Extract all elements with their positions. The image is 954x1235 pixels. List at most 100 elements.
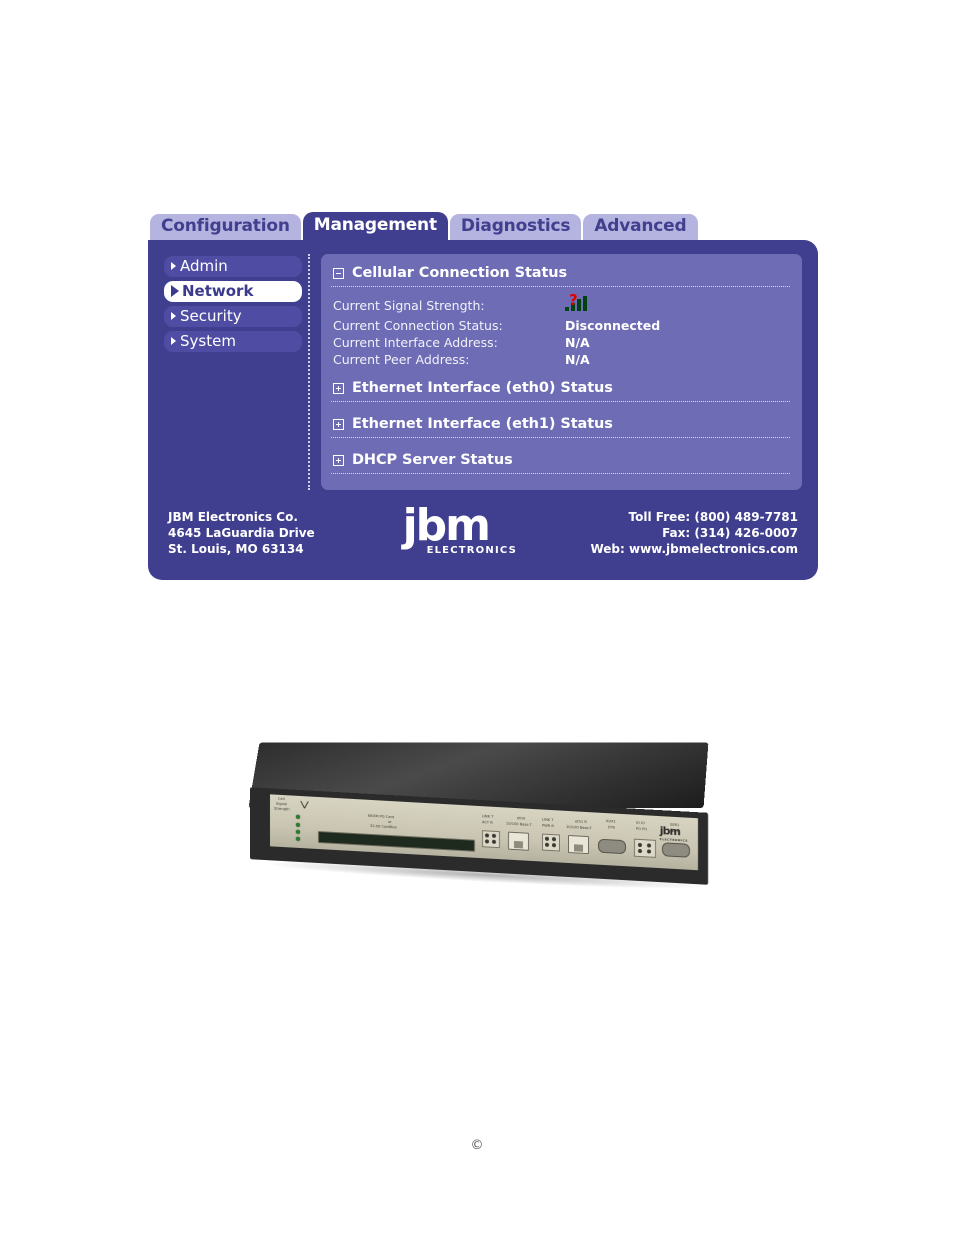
faceplate-slot-line2: or (388, 819, 392, 825)
eth0-rj45-port (508, 831, 529, 851)
led-signal-3 (296, 829, 300, 834)
status-content-card: Cellular Connection Status Current Signa… (321, 254, 802, 490)
status-row-interface-address: Current Interface Address: N/A (333, 334, 790, 351)
tab-advanced[interactable]: Advanced (583, 214, 698, 240)
sidebar-item-label: Security (180, 307, 242, 325)
faceplate-eth0-name: eth0 (517, 816, 526, 821)
sidebar-item-label: Admin (180, 257, 228, 275)
footer-toll-free: Toll Free: (800) 489-7781 (628, 510, 798, 524)
section-rule (331, 473, 790, 474)
faceplate-eth1-name: eth1 R (575, 819, 587, 825)
device-brand-sub: ELECTRONICS (659, 837, 688, 843)
aux1-db9-port (598, 838, 626, 855)
section-title: Ethernet Interface (eth0) Status (352, 380, 613, 396)
led-signal-4 (296, 836, 300, 841)
section-title: Cellular Connection Status (352, 265, 568, 281)
eth1-led-block (542, 833, 560, 852)
faceplate-aux-label: AUX1 (606, 819, 616, 824)
faceplate-io-sub: PO PO (636, 826, 648, 832)
section-header-cellular-connection-status[interactable]: Cellular Connection Status (331, 263, 790, 286)
faceplate-label-cell: Cell (278, 796, 285, 802)
tab-configuration[interactable]: Configuration (150, 214, 301, 240)
eth1-rj45-port (568, 834, 589, 855)
panel-body: Admin Network Security System Cellular C… (148, 240, 818, 580)
tab-bar: Configuration Management Diagnostics Adv… (148, 212, 818, 240)
panel-columns: Admin Network Security System Cellular C… (164, 254, 802, 490)
status-label: Current Peer Address: (333, 352, 470, 367)
eth0-led-block (482, 830, 500, 849)
led-signal-1 (296, 814, 300, 819)
panel-footer: JBM Electronics Co. 4645 LaGuardia Drive… (164, 490, 802, 562)
status-row-connection-status: Current Connection Status: Disconnected (333, 317, 790, 334)
faceplate-eth0-speed: 10/100 Base-T (506, 821, 532, 827)
faceplate-label-signal: Signal (276, 801, 288, 807)
footer-contact-block: Toll Free: (800) 489-7781 Fax: (314) 426… (590, 509, 798, 557)
ser1-db9-port (662, 842, 690, 858)
section-rule (331, 401, 790, 402)
sidebar-nav: Admin Network Security System (164, 254, 302, 490)
caret-right-icon (171, 285, 179, 297)
device-brand-word: jbm (659, 824, 680, 839)
status-value: N/A (565, 352, 590, 367)
faceplate-slot-line1: NEXM PQ Card (368, 813, 395, 820)
tab-diagnostics[interactable]: Diagnostics (449, 214, 582, 240)
cellular-status-table: Current Signal Strength: ? Current Conne… (333, 293, 790, 368)
minus-box-icon[interactable] (333, 267, 344, 279)
column-divider (308, 254, 311, 490)
status-label: Current Connection Status: (333, 318, 503, 333)
faceplate-eth1-link: LINK T (542, 817, 554, 823)
faceplate-eth0-act: ACT R (482, 820, 493, 825)
faceplate-io-label: IO IO (636, 820, 645, 826)
plus-box-icon[interactable] (333, 454, 344, 466)
sidebar-item-system[interactable]: System (164, 331, 302, 352)
pcmcia-card-slot (318, 830, 475, 852)
faceplate-label-strength: Strength (274, 806, 290, 812)
section-rule (331, 286, 790, 287)
io-terminal-block (634, 838, 656, 858)
antenna-icon (298, 800, 310, 813)
section-title: DHCP Server Status (352, 452, 513, 468)
section-header-ethernet-eth1-status[interactable]: Ethernet Interface (eth1) Status (331, 408, 790, 437)
status-label: Current Signal Strength: (333, 297, 485, 313)
status-label: Current Interface Address: (333, 335, 498, 350)
device-product-photo: Cell Signal Strength NEXM PQ Card or 32-… (242, 742, 728, 902)
status-value: Disconnected (565, 318, 661, 333)
page-copyright-symbol: © (470, 1138, 484, 1153)
signal-bars-unknown-icon: ? (565, 293, 589, 311)
status-row-signal-strength: Current Signal Strength: ? (333, 293, 790, 317)
status-value: N/A (565, 335, 590, 350)
plus-box-icon[interactable] (333, 382, 344, 394)
footer-address-block: JBM Electronics Co. 4645 LaGuardia Drive… (168, 509, 315, 557)
led-signal-2 (296, 822, 300, 827)
section-title: Ethernet Interface (eth1) Status (352, 416, 613, 432)
faceplate-aux-sub: DTE (608, 825, 616, 830)
tab-management[interactable]: Management (302, 212, 448, 240)
footer-fax: Fax: (314) 426-0007 (662, 526, 798, 540)
status-row-peer-address: Current Peer Address: N/A (333, 351, 790, 368)
footer-city: St. Louis, MO 63134 (168, 542, 304, 556)
device-brand-logo: jbm ELECTRONICS (660, 824, 688, 843)
jbm-logo-wordmark: jbm (402, 500, 491, 551)
app-window: Configuration Management Diagnostics Adv… (148, 212, 818, 580)
section-header-dhcp-server-status[interactable]: DHCP Server Status (331, 444, 790, 473)
sidebar-item-label: Network (182, 282, 254, 300)
footer-street: 4645 LaGuardia Drive (168, 526, 315, 540)
faceplate-eth1-act: PWR R (542, 823, 554, 829)
sidebar-item-admin[interactable]: Admin (164, 256, 302, 277)
section-header-ethernet-eth0-status[interactable]: Ethernet Interface (eth0) Status (331, 372, 790, 401)
sidebar-item-network[interactable]: Network (164, 281, 302, 302)
jbm-logo-subtext: ELECTRONICS (424, 545, 517, 556)
sidebar-item-label: System (180, 332, 236, 350)
caret-right-icon (171, 312, 176, 320)
faceplate-slot-line3: 32-bit CardBus (370, 823, 397, 830)
caret-right-icon (171, 337, 176, 345)
sidebar-item-security[interactable]: Security (164, 306, 302, 327)
footer-web[interactable]: Web: www.jbmelectronics.com (590, 541, 798, 557)
section-rule (331, 437, 790, 438)
status-value: ? (565, 293, 589, 314)
caret-right-icon (171, 262, 176, 270)
plus-box-icon[interactable] (333, 418, 344, 430)
footer-company: JBM Electronics Co. (168, 510, 298, 524)
jbm-logo: jbm ELECTRONICS (401, 500, 517, 558)
faceplate-eth0-link: LINK T (482, 814, 494, 819)
